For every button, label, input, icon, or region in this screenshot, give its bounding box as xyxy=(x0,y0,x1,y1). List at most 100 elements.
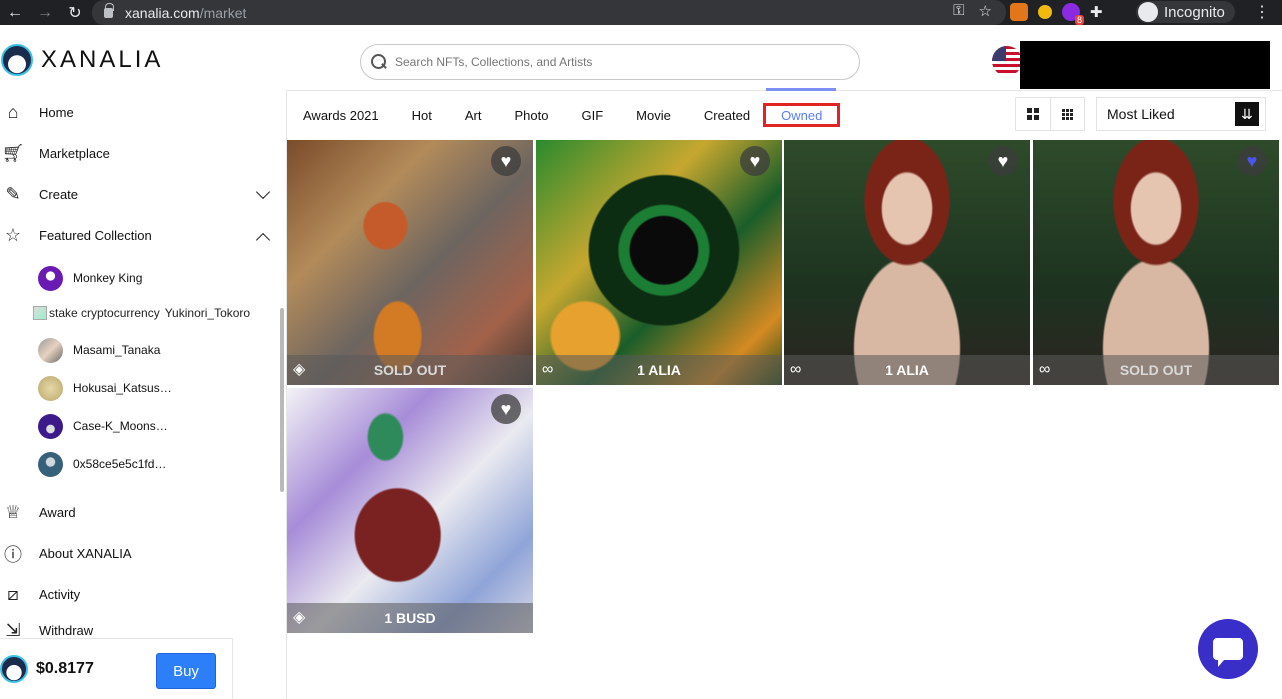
sidebar-item-label: Award xyxy=(39,505,76,520)
heart-icon[interactable]: ♥ xyxy=(740,146,770,176)
avatar xyxy=(38,337,63,363)
tab-gif[interactable]: GIF xyxy=(582,103,604,127)
star-icon[interactable]: ☆ xyxy=(979,2,992,20)
broken-image-icon xyxy=(33,306,47,320)
reload-icon[interactable]: ↻ xyxy=(60,3,90,23)
nft-artwork-image xyxy=(784,140,1030,385)
collection-item-masami[interactable]: Masami_Tanaka xyxy=(38,331,160,369)
us-flag-icon[interactable] xyxy=(992,46,1022,76)
search-icon xyxy=(371,54,387,70)
small-grid-button[interactable] xyxy=(1049,98,1084,130)
collection-item-case[interactable]: Case-K_Moons… xyxy=(38,407,168,445)
extensions-puzzle-icon[interactable]: ✚ xyxy=(1090,3,1103,21)
sidebar-item-award[interactable]: ♕ Award xyxy=(0,492,270,533)
binance-chain-icon: ◈ xyxy=(293,609,306,626)
sidebar-item-home[interactable]: ⌂ Home xyxy=(0,92,270,133)
tab-hot[interactable]: Hot xyxy=(412,103,432,127)
sidebar-item-create[interactable]: ✎ Create xyxy=(0,174,271,215)
incognito-label: Incognito xyxy=(1164,3,1225,21)
polygon-chain-icon: ∞ xyxy=(542,361,554,378)
collection-item-monkey-king[interactable]: Monkey King xyxy=(38,259,142,297)
sidebar-item-featured-collection[interactable]: ☆ Featured Collection xyxy=(0,215,271,256)
heart-filled-icon[interactable]: ♥ xyxy=(1237,146,1267,176)
nft-card[interactable]: ♥ SOLD OUT ∞ xyxy=(1033,140,1279,385)
sort-select[interactable]: Most Liked ⇊ xyxy=(1096,97,1266,131)
collection-name: Yukinori_Tokoro xyxy=(164,306,251,320)
incognito-indicator[interactable]: Incognito xyxy=(1136,1,1235,23)
sidebar-item-label: Marketplace xyxy=(39,146,110,161)
category-tabs: Awards 2021 Hot Art Photo GIF Movie Crea… xyxy=(287,88,857,139)
nft-artwork-image xyxy=(287,140,533,385)
edit-icon: ✎ xyxy=(5,184,21,204)
sort-selected-value: Most Liked xyxy=(1107,106,1175,122)
penguin-logo-icon xyxy=(1,44,33,76)
tab-created[interactable]: Created xyxy=(704,103,750,127)
browser-menu-icon[interactable]: ⋮ xyxy=(1254,2,1270,22)
nft-card[interactable]: ♥ SOLD OUT ◈ xyxy=(287,140,533,385)
view-toggle xyxy=(1015,97,1085,131)
collection-item-hokusai[interactable]: Hokusai_Katsus… xyxy=(38,369,172,407)
nft-status: 1 ALIA xyxy=(637,362,681,378)
redacted-account-area xyxy=(1020,41,1270,89)
nft-card[interactable]: ♥ 1 ALIA ∞ xyxy=(536,140,782,385)
purple-extension-icon[interactable]: 8 xyxy=(1062,3,1084,25)
sort-descending-icon[interactable]: ⇊ xyxy=(1235,102,1259,126)
chat-support-button[interactable] xyxy=(1198,619,1258,679)
url-domain: xanalia.com xyxy=(125,4,200,21)
tab-photo[interactable]: Photo xyxy=(515,103,549,127)
heart-icon[interactable]: ♥ xyxy=(491,394,521,424)
url-path: /market xyxy=(199,4,247,21)
incognito-icon xyxy=(1138,2,1158,22)
collection-name: 0x58ce5e5c1fd… xyxy=(73,457,167,471)
extension-badge: 8 xyxy=(1074,15,1084,25)
tab-art[interactable]: Art xyxy=(465,103,482,127)
nft-price-bar: 1 ALIA xyxy=(536,355,782,385)
sidebar-item-activity[interactable]: ⧄ Activity xyxy=(0,574,270,615)
nft-status: SOLD OUT xyxy=(373,362,447,378)
nft-artwork-image xyxy=(536,140,782,385)
collection-item-address[interactable]: 0x58ce5e5c1fd… xyxy=(38,445,166,483)
sidebar-item-marketplace[interactable]: 🛒︎ Marketplace xyxy=(0,133,270,174)
sidebar-item-label: Featured Collection xyxy=(39,228,152,243)
sidebar-item-about[interactable]: ⓘ About XANALIA xyxy=(0,533,270,574)
buy-button[interactable]: Buy xyxy=(156,653,216,689)
chevron-down-icon[interactable] xyxy=(255,184,271,200)
collection-name: Case-K_Moons… xyxy=(73,419,168,433)
token-price-box: $0.8177 Buy xyxy=(0,638,233,699)
search-bar xyxy=(360,44,860,80)
polygon-chain-icon: ∞ xyxy=(1039,361,1051,378)
large-grid-icon xyxy=(1026,108,1039,120)
forward-icon[interactable]: → xyxy=(30,4,60,22)
collection-name: Hokusai_Katsus… xyxy=(73,381,172,395)
tab-movie[interactable]: Movie xyxy=(636,103,671,127)
heart-icon[interactable]: ♥ xyxy=(491,146,521,176)
search-input[interactable] xyxy=(395,55,835,69)
tab-awards-2021[interactable]: Awards 2021 xyxy=(303,103,379,127)
avatar xyxy=(38,375,63,401)
key-icon[interactable]: ⚿ xyxy=(953,2,964,20)
site-logo[interactable]: XANALIA xyxy=(1,44,163,76)
sidebar: ⌂ Home 🛒︎ Marketplace ✎ Create ☆ Feature… xyxy=(0,90,284,699)
collection-name: Masami_Tanaka xyxy=(73,343,161,357)
heart-icon[interactable]: ♥ xyxy=(988,146,1018,176)
collection-item-yukinori[interactable]: stake cryptocurrency Yukinori_Tokoro xyxy=(33,306,250,320)
cart-icon: 🛒︎ xyxy=(1,143,25,163)
tab-owned[interactable]: Owned xyxy=(763,88,841,127)
address-bar[interactable]: xanalia.com/market ⚿ ☆ xyxy=(92,0,1006,25)
home-icon: ⌂ xyxy=(7,102,19,122)
nft-card[interactable]: ♥ 1 BUSD ◈ xyxy=(287,388,533,633)
nft-card[interactable]: ♥ 1 ALIA ∞ xyxy=(784,140,1030,385)
sidebar-scrollbar[interactable] xyxy=(280,308,284,492)
site-header: XANALIA xyxy=(0,25,1282,90)
nft-price-bar: SOLD OUT xyxy=(287,355,533,385)
large-grid-button[interactable] xyxy=(1016,98,1050,130)
nft-price-bar: 1 ALIA xyxy=(784,355,1030,385)
binance-extension-icon[interactable] xyxy=(1038,5,1052,19)
token-price: $0.8177 xyxy=(36,660,94,677)
star-outline-icon: ☆ xyxy=(4,225,22,245)
metamask-extension-icon[interactable] xyxy=(1010,3,1028,21)
nft-status: 1 ALIA xyxy=(885,362,929,378)
chevron-up-icon[interactable] xyxy=(255,232,271,248)
back-icon[interactable]: ← xyxy=(0,4,30,22)
avatar xyxy=(38,413,63,439)
